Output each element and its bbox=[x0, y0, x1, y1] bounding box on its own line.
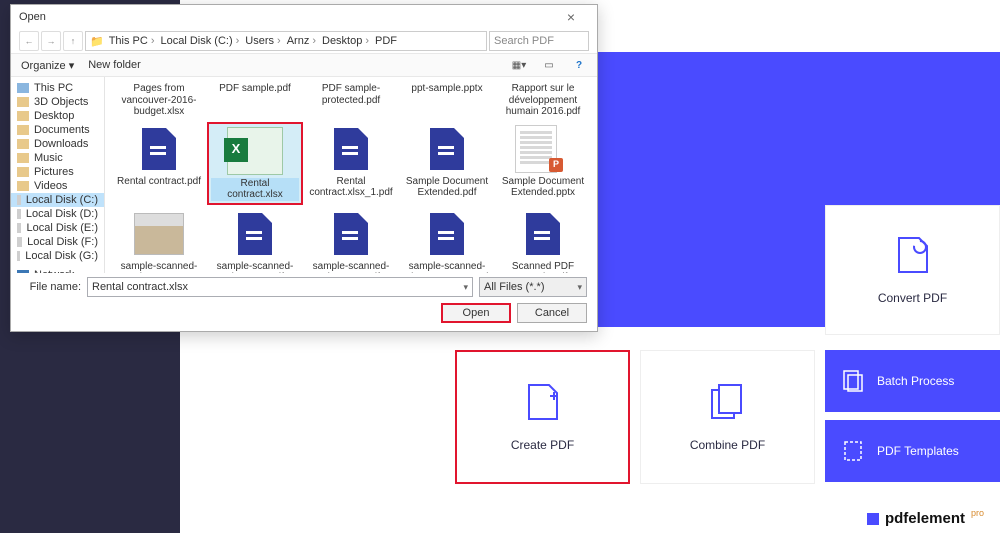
file-item[interactable]: Sample Document Extended.pdf bbox=[399, 122, 495, 205]
brand: pdfelement pro bbox=[867, 510, 984, 527]
brand-pro: pro bbox=[971, 508, 984, 518]
file-item[interactable]: PDF sample.pdf bbox=[207, 81, 303, 120]
nav-drive[interactable]: Local Disk (D:) bbox=[11, 207, 104, 221]
back-button[interactable]: ← bbox=[19, 31, 39, 51]
nav-drive[interactable]: Local Disk (C:) bbox=[11, 193, 104, 207]
pdf-icon bbox=[142, 128, 176, 170]
chevron-down-icon[interactable] bbox=[463, 281, 468, 293]
file-item[interactable]: PSample Document Extended.pptx bbox=[495, 122, 591, 205]
templates-icon bbox=[843, 440, 863, 462]
up-button[interactable]: ↑ bbox=[63, 31, 83, 51]
filename-label: File name: bbox=[21, 281, 81, 293]
nav-item[interactable]: Pictures bbox=[11, 165, 104, 179]
brand-icon bbox=[867, 513, 879, 525]
file-type-filter[interactable]: All Files (*.*) bbox=[479, 277, 587, 297]
nav-item[interactable]: 3D Objects bbox=[11, 95, 104, 109]
card-batch-process[interactable]: Batch Process bbox=[825, 350, 1000, 412]
search-input[interactable]: Search PDF bbox=[489, 31, 589, 51]
pdf-icon bbox=[430, 128, 464, 170]
card-label: Combine PDF bbox=[690, 438, 765, 452]
image-icon bbox=[134, 213, 184, 255]
create-icon bbox=[526, 382, 560, 422]
file-item[interactable]: Rental contract.xlsx_1.pdf bbox=[303, 122, 399, 205]
batch-icon bbox=[843, 370, 863, 392]
nav-item[interactable]: Desktop bbox=[11, 109, 104, 123]
file-item[interactable]: Rental contract.pdf bbox=[111, 122, 207, 205]
organize-menu[interactable]: Organize ▾ bbox=[21, 59, 74, 72]
file-item[interactable]: sample-scanned-picture_3.pdf bbox=[303, 207, 399, 274]
chevron-down-icon[interactable] bbox=[577, 281, 582, 293]
combine-icon bbox=[709, 382, 747, 422]
file-item[interactable]: Pages from vancouver-2016-budget.xlsx bbox=[111, 81, 207, 120]
side-card-label: PDF Templates bbox=[877, 444, 959, 458]
pdf-icon bbox=[526, 213, 560, 255]
file-item[interactable]: Scanned PDF sample.pdf bbox=[495, 207, 591, 274]
cancel-button[interactable]: Cancel bbox=[517, 303, 587, 323]
breadcrumb-item[interactable]: Users bbox=[242, 35, 283, 47]
nav-item[interactable]: Music bbox=[11, 151, 104, 165]
help-button[interactable]: ? bbox=[571, 57, 587, 73]
breadcrumb-item[interactable]: PDF bbox=[372, 35, 403, 47]
breadcrumb-item[interactable]: Desktop bbox=[319, 35, 372, 47]
nav-drive[interactable]: Local Disk (F:) bbox=[11, 235, 104, 249]
card-convert-pdf[interactable]: Convert PDF bbox=[825, 205, 1000, 335]
nav-this-pc[interactable]: This PC bbox=[11, 81, 104, 95]
powerpoint-icon: P bbox=[549, 158, 563, 172]
card-pdf-templates[interactable]: PDF Templates bbox=[825, 420, 1000, 482]
preview-pane-button[interactable]: ▭ bbox=[541, 57, 557, 73]
nav-tree[interactable]: This PC 3D Objects Desktop Documents Dow… bbox=[11, 77, 105, 273]
pdf-icon bbox=[238, 213, 272, 255]
file-item-selected[interactable]: Rental contract.xlsx bbox=[207, 122, 303, 205]
filename-input[interactable]: Rental contract.xlsx bbox=[87, 277, 473, 297]
nav-item[interactable]: Documents bbox=[11, 123, 104, 137]
file-item[interactable]: ppt-sample.pptx bbox=[399, 81, 495, 120]
view-options-button[interactable]: ▦▾ bbox=[511, 57, 527, 73]
card-create-pdf[interactable]: Create PDF bbox=[455, 350, 630, 484]
file-item[interactable]: Rapport sur le développement humain 2016… bbox=[495, 81, 591, 120]
file-item[interactable]: sample-scanned-picture.png bbox=[111, 207, 207, 274]
card-combine-pdf[interactable]: Combine PDF bbox=[640, 350, 815, 484]
new-folder-button[interactable]: New folder bbox=[88, 59, 141, 71]
file-item[interactable]: PDF sample-protected.pdf bbox=[303, 81, 399, 120]
pdf-icon bbox=[334, 128, 368, 170]
breadcrumb-item[interactable]: This PC bbox=[106, 35, 158, 47]
file-list[interactable]: Pages from vancouver-2016-budget.xlsx PD… bbox=[105, 77, 597, 273]
card-label: Convert PDF bbox=[878, 291, 947, 305]
brand-text: pdfelement bbox=[885, 510, 965, 527]
pdf-icon bbox=[334, 213, 368, 255]
card-label: Create PDF bbox=[511, 438, 574, 452]
side-card-label: Batch Process bbox=[877, 374, 954, 388]
nav-item[interactable]: Videos bbox=[11, 179, 104, 193]
open-button[interactable]: Open bbox=[441, 303, 511, 323]
open-dialog: Open × ← → ↑ 📁 This PC Local Disk (C:) U… bbox=[10, 4, 598, 332]
file-item[interactable]: sample-scanned-picture_2.pdf bbox=[207, 207, 303, 274]
excel-icon bbox=[227, 127, 283, 175]
breadcrumb-item[interactable]: Local Disk (C:) bbox=[158, 35, 243, 47]
breadcrumb[interactable]: 📁 This PC Local Disk (C:) Users Arnz Des… bbox=[85, 31, 487, 51]
file-item[interactable]: sample-scanned-picture_3_OCR.pdf bbox=[399, 207, 495, 274]
nav-drive[interactable]: Local Disk (G:) bbox=[11, 249, 104, 263]
pdf-icon bbox=[430, 213, 464, 255]
nav-item[interactable]: Downloads bbox=[11, 137, 104, 151]
convert-icon bbox=[896, 235, 930, 275]
close-button[interactable]: × bbox=[553, 9, 589, 25]
dialog-title: Open bbox=[19, 11, 46, 23]
nav-drive[interactable]: Local Disk (E:) bbox=[11, 221, 104, 235]
forward-button[interactable]: → bbox=[41, 31, 61, 51]
breadcrumb-item[interactable]: Arnz bbox=[284, 35, 319, 47]
